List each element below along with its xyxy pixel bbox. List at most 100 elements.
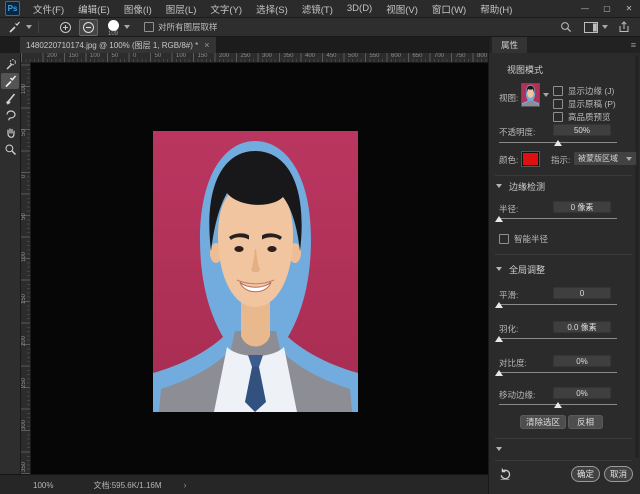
panel-menu-icon[interactable]: ≡ <box>631 40 636 50</box>
ok-button[interactable]: 确定 <box>571 466 600 482</box>
global-adjust-collapse-icon[interactable] <box>496 267 502 271</box>
share-icon[interactable] <box>616 20 632 34</box>
status-bar: 100% 文档:595.6K/1.16M › <box>0 474 488 494</box>
smart-radius-checkbox[interactable] <box>499 234 509 244</box>
divider <box>495 460 632 461</box>
view-thumbnail[interactable] <box>521 83 540 107</box>
add-to-selection-button[interactable] <box>57 20 74 35</box>
select-and-mask-toolbar <box>0 53 21 474</box>
chevron-down-icon[interactable] <box>602 25 608 29</box>
contrast-slider[interactable] <box>499 369 617 377</box>
close-button[interactable]: ✕ <box>618 0 640 17</box>
edge-detection-collapse-icon[interactable] <box>496 184 502 188</box>
menu-item[interactable]: 3D(D) <box>347 3 372 14</box>
document-title: 1480220710174.jpg @ 100% (图层 1, RGB/8#) … <box>26 40 198 51</box>
high-quality-preview-option[interactable]: 高品质预览 <box>553 111 611 123</box>
show-edges-checkbox[interactable] <box>553 86 563 96</box>
menu-item[interactable]: 文件(F) <box>33 2 64 16</box>
zoom-tool[interactable] <box>1 141 19 157</box>
menu-item[interactable]: 窗口(W) <box>432 2 466 16</box>
sample-all-layers-label: 对所有图层取样 <box>158 21 218 33</box>
menu-item[interactable]: 文字(Y) <box>210 2 242 16</box>
menu-item[interactable]: 选择(S) <box>256 2 288 16</box>
smooth-slider[interactable] <box>499 301 617 309</box>
ruler-tick-label: 800 <box>477 53 487 59</box>
high-quality-preview-checkbox[interactable] <box>553 112 563 122</box>
ruler-tick-label: 200 <box>219 53 229 59</box>
contrast-value[interactable]: 0% <box>553 355 611 367</box>
output-settings-collapse-icon[interactable] <box>496 447 502 451</box>
show-edges-option[interactable]: 显示边缘 (J) <box>553 85 614 97</box>
ruler-tick-label: 600 <box>391 53 401 59</box>
opacity-value[interactable]: 50% <box>553 124 611 136</box>
quick-selection-tool[interactable] <box>1 56 19 72</box>
slider-thumb[interactable] <box>495 370 503 376</box>
ruler-tick-label: 250 <box>241 53 251 59</box>
show-original-option[interactable]: 显示原稿 (P) <box>553 98 616 110</box>
slider-thumb[interactable] <box>554 402 562 408</box>
smooth-value[interactable]: 0 <box>553 287 611 299</box>
sample-all-layers-checkbox[interactable] <box>144 22 154 32</box>
cancel-button[interactable]: 取消 <box>604 466 633 482</box>
slider-thumb[interactable] <box>495 216 503 222</box>
ruler-tick-label: 350 <box>21 462 27 472</box>
subtract-from-selection-button[interactable] <box>79 19 98 36</box>
global-adjust-section-label[interactable]: 全局调整 <box>509 263 545 276</box>
opacity-slider[interactable] <box>499 139 617 147</box>
search-icon[interactable] <box>558 20 574 34</box>
feather-slider[interactable] <box>499 335 617 343</box>
divider <box>495 254 632 255</box>
menu-item[interactable]: 滤镜(T) <box>302 2 333 16</box>
brush-tool[interactable] <box>1 90 19 106</box>
edge-detection-section-label[interactable]: 边缘检测 <box>509 180 545 193</box>
radius-value[interactable]: 0 像素 <box>553 201 611 213</box>
panel-scrollbar[interactable] <box>635 55 639 458</box>
menu-item[interactable]: 图像(I) <box>124 2 152 16</box>
document-tab[interactable]: 1480220710174.jpg @ 100% (图层 1, RGB/8#) … <box>20 37 216 53</box>
ruler-tick-label: 50 <box>21 213 27 220</box>
status-chevron-icon[interactable]: › <box>184 480 187 490</box>
view-dropdown-chevron-icon[interactable] <box>543 93 549 97</box>
brush-size-picker[interactable]: 109 <box>106 20 120 34</box>
feather-value[interactable]: 0.0 像素 <box>553 321 611 333</box>
clear-selection-button[interactable]: 清除选区 <box>520 415 566 429</box>
zoom-level-value[interactable]: 100% <box>33 481 53 490</box>
ruler-tick-label: 550 <box>370 53 380 59</box>
refine-brush-tool-icon <box>6 20 24 35</box>
overlay-color-swatch[interactable] <box>522 152 539 166</box>
canvas[interactable] <box>31 63 488 474</box>
refine-edge-brush-tool[interactable] <box>1 73 19 89</box>
reset-button[interactable] <box>498 467 512 486</box>
show-original-checkbox[interactable] <box>553 99 563 109</box>
properties-panel: 属性 ≡ 视图模式 视图: 显示边缘 (J) 显示原稿 (P) <box>488 37 640 494</box>
indicates-value: 被蒙版区域 <box>578 153 618 164</box>
radius-slider[interactable] <box>499 215 617 223</box>
hand-tool[interactable] <box>1 124 19 140</box>
chevron-down-icon[interactable] <box>124 25 130 29</box>
current-tool-preset[interactable] <box>6 20 32 35</box>
ruler-tick-label: 500 <box>348 53 358 59</box>
smart-radius-option[interactable]: 智能半径 <box>499 233 548 245</box>
workspace-switcher-icon[interactable] <box>582 21 600 34</box>
invert-button[interactable]: 反相 <box>568 415 603 429</box>
shift-edge-slider[interactable] <box>499 401 617 409</box>
menu-item[interactable]: 视图(V) <box>386 2 418 16</box>
slider-thumb[interactable] <box>554 140 562 146</box>
maximize-button[interactable]: ▢ <box>596 0 618 17</box>
slider-thumb[interactable] <box>495 302 503 308</box>
menu-bar: Ps 文件(F)编辑(E)图像(I)图层(L)文字(Y)选择(S)滤镜(T)3D… <box>0 0 640 18</box>
menu-item[interactable]: 帮助(H) <box>480 2 512 16</box>
divider <box>495 175 632 176</box>
tab-properties[interactable]: 属性 <box>492 37 527 53</box>
minimize-button[interactable]: — <box>574 0 596 17</box>
shift-edge-value[interactable]: 0% <box>553 387 611 399</box>
lasso-tool[interactable] <box>1 107 19 123</box>
indicates-dropdown[interactable]: 被蒙版区域 <box>573 151 637 166</box>
slider-thumb[interactable] <box>495 336 503 342</box>
portrait-photo-with-selection-overlay[interactable] <box>153 131 358 412</box>
color-label: 颜色: <box>499 154 518 166</box>
menu-item[interactable]: 编辑(E) <box>78 2 110 16</box>
close-tab-icon[interactable]: × <box>204 40 209 50</box>
window-controls: — ▢ ✕ <box>574 0 640 17</box>
menu-item[interactable]: 图层(L) <box>166 2 197 16</box>
